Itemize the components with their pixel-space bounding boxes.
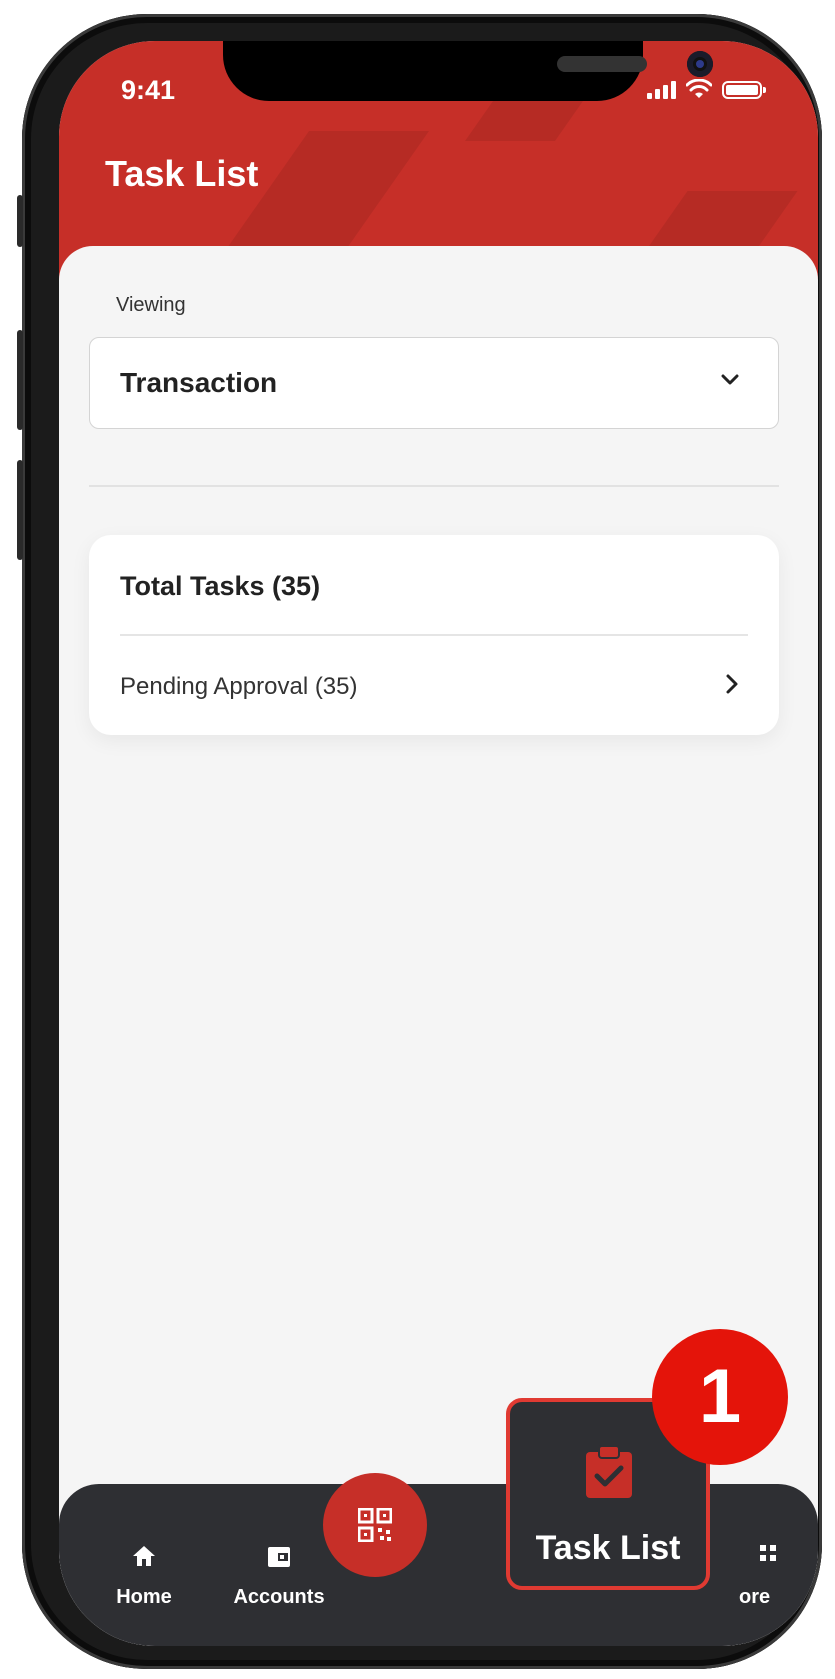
mute-switch [17, 195, 23, 247]
home-icon [133, 1546, 155, 1566]
nav-label-home: Home [116, 1586, 172, 1608]
device-notch [223, 41, 713, 101]
cellular-signal-icon [647, 81, 676, 99]
status-time: 9:41 [121, 75, 176, 105]
total-tasks-title: Total Tasks (35) [120, 571, 321, 601]
nav-label-more: ore [739, 1586, 771, 1608]
earpiece-speaker [557, 56, 647, 72]
wifi-icon [686, 79, 712, 98]
pending-approval-row[interactable]: Pending Approval (35) [89, 635, 779, 735]
chevron-down-icon [721, 374, 739, 385]
annotation-badge: 1 [652, 1329, 788, 1465]
section-divider [89, 485, 779, 487]
grid-icon [760, 1545, 776, 1561]
front-camera [687, 51, 713, 77]
pending-approval-label: Pending Approval (35) [120, 673, 358, 700]
wallet-icon [268, 1547, 290, 1567]
status-icons [647, 79, 766, 99]
volume-down-button [17, 460, 23, 560]
nav-item-accounts[interactable]: Accounts [219, 1484, 339, 1608]
viewing-label: Viewing [116, 294, 186, 316]
header-pattern [464, 101, 584, 141]
nav-item-home[interactable]: Home [99, 1484, 189, 1608]
chevron-right-icon [726, 674, 738, 694]
scan-qr-button[interactable] [323, 1473, 427, 1577]
nav-label-task-list: Task List [535, 1529, 681, 1567]
battery-icon [722, 81, 766, 99]
volume-up-button [17, 330, 23, 430]
qr-code-icon [358, 1508, 392, 1542]
clipboard-check-icon [586, 1445, 632, 1498]
nav-label-accounts: Accounts [233, 1586, 325, 1608]
nav-item-more[interactable]: ore [739, 1484, 809, 1608]
page-title: Task List [105, 153, 259, 194]
tasks-card: Total Tasks (35) Pending Approval (35) [89, 535, 779, 735]
viewing-dropdown-value: Transaction [120, 367, 278, 398]
viewing-dropdown[interactable]: Transaction [89, 337, 779, 429]
